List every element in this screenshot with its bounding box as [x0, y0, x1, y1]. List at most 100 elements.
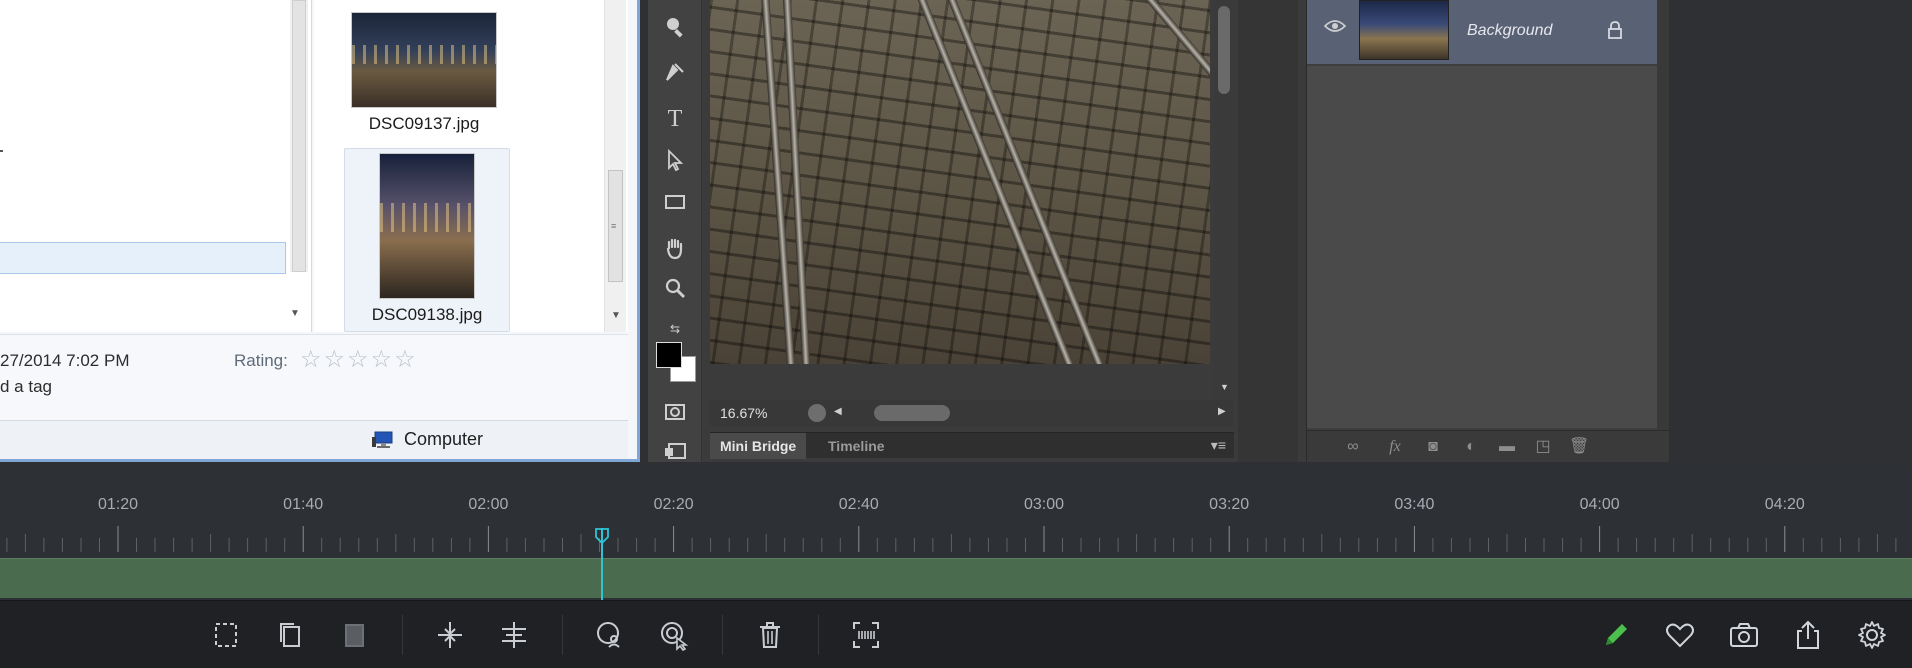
trim-icon: [502, 622, 526, 648]
nav-scrollbar-thumb[interactable]: [292, 0, 306, 272]
time-tick-label: 03:20: [1209, 496, 1250, 513]
scroll-down-icon[interactable]: ▼: [1220, 382, 1229, 392]
layers-panel: Background ∞ fx ◙ ◐ ▬ ◳ 🗑: [1306, 0, 1669, 462]
rating-stars[interactable]: ☆☆☆☆☆: [300, 345, 418, 374]
canvas-vertical-scrollbar[interactable]: ▼: [1214, 0, 1234, 400]
nav-scroll-down-icon[interactable]: ▼: [290, 308, 300, 319]
favorite-button[interactable]: [1660, 615, 1700, 655]
path-selection-tool-icon[interactable]: [658, 148, 692, 178]
zoom-level[interactable]: 16.67%: [720, 405, 767, 421]
image-thumbnail: [379, 153, 475, 299]
scroll-right-icon[interactable]: ▶: [1218, 406, 1226, 417]
tab-timeline[interactable]: Timeline: [818, 433, 895, 459]
canvas-horizontal-scroll-thumb[interactable]: [874, 405, 950, 421]
time-tick-label: 03:00: [1023, 496, 1065, 513]
link-icon[interactable]: ∞: [1343, 437, 1363, 457]
type-tool-icon[interactable]: T: [658, 104, 692, 134]
settings-button[interactable]: [1852, 615, 1892, 655]
paste-button[interactable]: [334, 615, 374, 655]
trim-button[interactable]: [494, 615, 534, 655]
split-icon: [438, 622, 462, 648]
eye-icon[interactable]: [1321, 18, 1349, 44]
canvas-scroll-thumb[interactable]: [1218, 6, 1230, 94]
scroll-left-icon[interactable]: ◀: [834, 406, 842, 417]
new-layer-icon[interactable]: ◳: [1533, 437, 1553, 457]
tools-panel: T ⇆: [648, 0, 702, 462]
share-button[interactable]: [1788, 615, 1828, 655]
trash-icon[interactable]: 🗑: [1569, 437, 1589, 457]
hand-tool-icon[interactable]: [658, 236, 692, 266]
rating-label: Rating:: [234, 351, 288, 370]
folder-icon[interactable]: ▬: [1497, 437, 1517, 457]
time-tick-label: 04:00: [1579, 496, 1620, 513]
nav-tree-line: [0, 150, 3, 152]
file-name-label: DSC09137.jpg: [368, 114, 480, 133]
layers-list-empty-area: [1307, 66, 1657, 428]
rectangle-tool-icon[interactable]: [658, 190, 692, 220]
screen-mode-icon[interactable]: [658, 438, 692, 468]
layer-thumbnail: [1359, 0, 1449, 60]
swap-colors-icon[interactable]: ⇆: [658, 314, 692, 344]
navigation-pane[interactable]: ▼: [0, 0, 312, 332]
time-tick-label: 02:40: [838, 496, 879, 513]
video-track-clip[interactable]: [0, 558, 1912, 598]
tab-mini-bridge[interactable]: Mini Bridge: [710, 433, 807, 459]
explorer-window: ▼ DSC09137.jpg DSC09138.jpg ≡ ▼ 27/2014 …: [0, 0, 640, 462]
layers-scrollbar[interactable]: [1657, 0, 1669, 430]
fit-timeline-button[interactable]: [846, 615, 886, 655]
select-region-button[interactable]: [206, 615, 246, 655]
nav-scrollbar[interactable]: [290, 0, 308, 272]
time-tick-label: 01:20: [97, 496, 139, 513]
snapshot-button[interactable]: [1724, 615, 1764, 655]
share-icon: [1797, 620, 1819, 649]
trash-icon: [760, 622, 780, 648]
heart-icon: [1666, 623, 1694, 648]
zoom-to-selection-button[interactable]: [654, 615, 694, 655]
pen-tool-icon[interactable]: [658, 60, 692, 90]
layer-row-background[interactable]: Background: [1307, 0, 1657, 64]
time-tick-label: 03:40: [1394, 496, 1435, 513]
toolbar-divider: [402, 615, 403, 655]
preview-screen: ▼ DSC09137.jpg DSC09138.jpg ≡ ▼ 27/2014 …: [0, 0, 1912, 468]
date-taken-value: 27/2014 7:02 PM: [0, 351, 130, 370]
adjustment-icon[interactable]: ◐: [1461, 437, 1481, 457]
layer-name[interactable]: Background: [1467, 22, 1552, 40]
playhead-handle-icon[interactable]: [594, 528, 610, 544]
nav-selected-item[interactable]: [0, 242, 286, 274]
scrollbar-grip-icon: ≡: [611, 221, 617, 231]
zoom-to-playhead-button[interactable]: [590, 615, 630, 655]
quick-mask-icon[interactable]: [658, 400, 692, 430]
edit-button[interactable]: [1596, 615, 1636, 655]
file-item-dsc09138[interactable]: DSC09138.jpg: [344, 148, 510, 332]
fx-icon[interactable]: fx: [1385, 437, 1405, 457]
document-status-bar: 16.67% ◀ ▶: [710, 400, 1234, 426]
document-canvas[interactable]: [710, 0, 1210, 364]
status-info-icon[interactable]: [808, 404, 826, 422]
time-ruler[interactable]: 01:20 01:40 02:00 02:20 02:40 03:00 03:20 03:40…: [0, 468, 1912, 558]
pencil-icon: [1606, 624, 1627, 645]
photoshop-window: T ⇆ ▼ 16.67% ◀ ▶ Mini Bridge Timeline ▾≡…: [648, 0, 1669, 462]
thumbnail-scrollbar[interactable]: ≡ ▼: [604, 0, 626, 332]
mask-icon[interactable]: ◙: [1423, 437, 1443, 457]
split-button[interactable]: [430, 615, 470, 655]
toolbar-divider: [818, 615, 819, 655]
file-item-dsc09137[interactable]: DSC09137.jpg: [344, 12, 504, 134]
copy-button[interactable]: [270, 615, 310, 655]
scroll-down-icon[interactable]: ▼: [611, 310, 621, 321]
layers-footer: ∞ fx ◙ ◐ ▬ ◳ 🗑: [1307, 430, 1669, 462]
tags-value[interactable]: d a tag: [0, 377, 52, 397]
lock-icon: [1608, 21, 1622, 39]
computer-icon: [372, 431, 393, 448]
panel-menu-icon[interactable]: ▾≡: [1211, 437, 1226, 454]
time-tick-label: 02:00: [468, 496, 509, 513]
file-name-label: DSC09138.jpg: [371, 305, 483, 324]
zoom-tool-icon[interactable]: [658, 14, 692, 44]
time-tick-label: 02:20: [653, 496, 694, 513]
zoom-tool-2-icon[interactable]: [658, 276, 692, 306]
delete-button[interactable]: [750, 615, 790, 655]
copy-icon: [280, 623, 300, 647]
foreground-color-swatch[interactable]: [656, 342, 682, 368]
file-thumbnail-pane: DSC09137.jpg DSC09138.jpg ≡ ▼: [314, 0, 628, 332]
timeline[interactable]: 01:20 01:40 02:00 02:20 02:40 03:00 03:20 03:40…: [0, 468, 1912, 600]
camera-icon: [1730, 623, 1758, 647]
